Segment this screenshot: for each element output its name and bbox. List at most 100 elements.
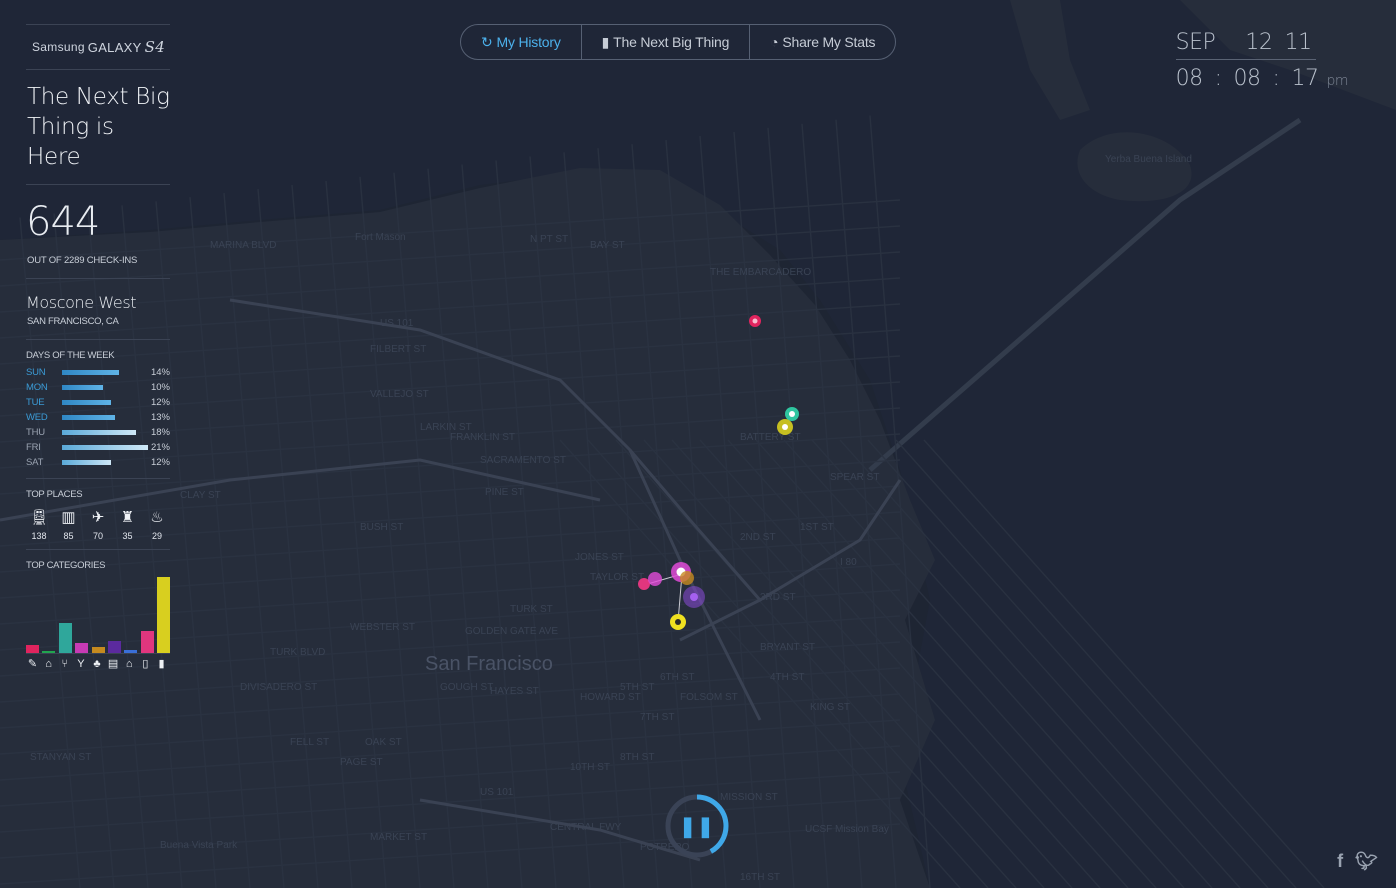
street-label: TURK BLVD (270, 647, 325, 658)
category-bar (91, 646, 105, 653)
clock-day: 12 (1245, 30, 1273, 55)
day-row: TUE 12% (26, 395, 170, 410)
city-map[interactable]: MARINA BLVD Fort Mason N PT ST BAY ST THE EM… (0, 0, 1396, 888)
street-label: GOLDEN GATE AVE (465, 626, 558, 637)
street-label: 1ST ST (800, 522, 834, 533)
top-nav: ↻ My History ▮ The Next Big Thing ◔ Shar… (460, 24, 897, 60)
day-percent: 12% (150, 457, 170, 468)
venue-name: Moscone West (26, 293, 137, 312)
clock-minute: 08 (1233, 66, 1262, 91)
fries-icon: ♨ (150, 509, 164, 526)
section-label: DAYS OF THE WEEK (26, 350, 115, 361)
place-count: 70 (92, 531, 103, 541)
day-percent: 12% (150, 397, 170, 408)
day-bar (62, 460, 112, 465)
brand-product: GALAXY (87, 39, 142, 55)
street-label: TAYLOR ST (590, 572, 644, 583)
street-label: I 80 (840, 557, 857, 568)
street-label: CENTRAL FWY (550, 822, 622, 833)
street-label: MARINA BLVD (210, 240, 277, 251)
day-bar (62, 415, 116, 420)
map-pin[interactable] (648, 572, 662, 586)
category-bar (124, 649, 138, 653)
street-label: 16TH ST (740, 872, 780, 883)
twitter-icon[interactable]: 🐦︎ (1355, 851, 1378, 872)
travel-icon: ▮ (158, 658, 165, 670)
street-label: Buena Vista Park (160, 840, 238, 851)
street-label: US 101 (480, 787, 514, 798)
day-bar (62, 400, 112, 405)
day-bar-track (62, 415, 148, 420)
categories-bar-chart (26, 575, 170, 657)
clock-second: 17 (1291, 66, 1319, 91)
street-label: N PT ST (530, 234, 568, 245)
day-label: TUE (26, 397, 45, 408)
facebook-icon[interactable]: f (1337, 851, 1343, 872)
street-label: JONES ST (575, 552, 624, 563)
street-label: 10TH ST (570, 762, 610, 773)
headline: The Next Big Thing is Here (27, 84, 170, 170)
residence-icon: ⌂ (125, 658, 133, 670)
clock-ampm: pm (1326, 73, 1348, 89)
street-label: Yerba Buena Island (1105, 154, 1192, 165)
day-percent: 14% (150, 367, 170, 378)
day-row: SAT 12% (26, 455, 170, 470)
street-label: HAYES ST (490, 686, 539, 697)
street-label: SPEAR ST (830, 472, 879, 483)
map-city-label: San Francisco (425, 653, 553, 675)
day-bar (62, 445, 148, 450)
tab-my-history[interactable]: ↻ My History (461, 25, 581, 59)
clock-month: SEP (1175, 30, 1216, 55)
street-label: 2ND ST (740, 532, 776, 543)
street-label: UCSF Mission Bay (805, 824, 889, 835)
day-label: THU (26, 427, 45, 438)
day-label: FRI (26, 442, 41, 453)
social-links: f 🐦︎ (1337, 851, 1378, 872)
street-label: Fort Mason (355, 232, 406, 243)
street-label: BATTERY ST (740, 432, 801, 443)
day-percent: 13% (150, 412, 170, 423)
street-label: CLAY ST (180, 490, 221, 501)
date-time-display: SEP 12 11 08 : 08 : 17 pm (1175, 30, 1348, 91)
place-count: 29 (151, 531, 162, 541)
day-bar-track (62, 385, 148, 390)
street-label: DIVISADERO ST (240, 682, 317, 693)
street-label: FILBERT ST (370, 344, 426, 355)
playback-control[interactable]: ❚❚ (664, 793, 730, 859)
map-pin[interactable] (680, 571, 694, 585)
category-bar (157, 577, 170, 653)
category-bar (26, 644, 39, 653)
day-bar (62, 370, 120, 375)
education-icon: ⌂ (45, 658, 52, 670)
street-label: GOUGH ST (440, 682, 493, 693)
street-label: THE EMBARCADERO (710, 267, 811, 278)
street-label: PINE ST (485, 487, 524, 498)
tab-next-big-thing[interactable]: ▮ The Next Big Thing (580, 25, 750, 59)
building-icon: ▥ (61, 509, 76, 526)
clock-year: 11 (1284, 30, 1313, 55)
clock-separator: : (1214, 66, 1222, 91)
street-label: 4TH ST (770, 672, 804, 683)
day-bar (62, 385, 103, 390)
tab-share-my-stats[interactable]: ◔ Share My Stats (749, 25, 895, 59)
tab-label: My History (496, 34, 561, 50)
pause-icon[interactable]: ❚❚ (664, 793, 730, 859)
street-label: TURK ST (510, 604, 553, 615)
outdoors-icon: ♣ (93, 658, 101, 670)
day-percent: 10% (150, 382, 170, 393)
street-label: STANYAN ST (30, 752, 91, 763)
street-label: OAK ST (365, 737, 402, 748)
day-percent: 18% (150, 427, 170, 438)
category-bar (42, 650, 56, 653)
day-bar-track (62, 430, 148, 435)
venue-location: SAN FRANCISCO, CA (27, 316, 119, 327)
tab-label: The Next Big Thing (613, 34, 730, 50)
history-icon: ↻ (481, 33, 493, 50)
category-bar (140, 630, 154, 653)
tab-label: Share My Stats (782, 34, 876, 50)
section-label: TOP CATEGORIES (26, 560, 106, 571)
street-label: FELL ST (290, 737, 329, 748)
category-bar (75, 642, 89, 653)
street-label: SACRAMENTO ST (480, 455, 566, 466)
day-row: FRI 21% (26, 440, 170, 455)
